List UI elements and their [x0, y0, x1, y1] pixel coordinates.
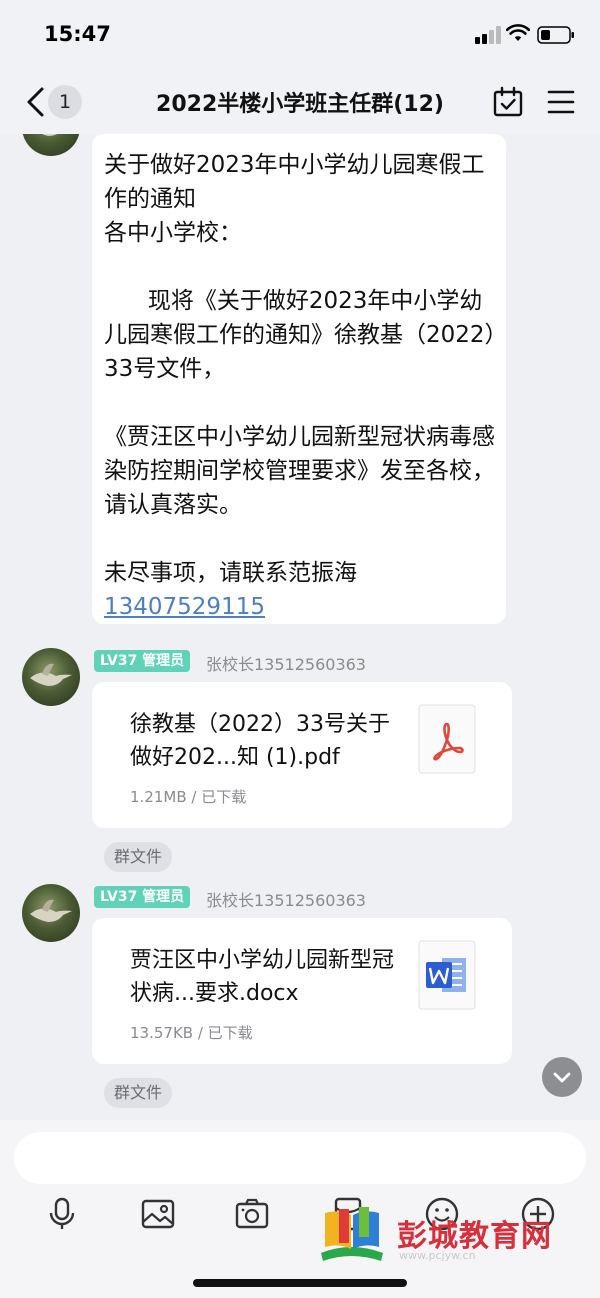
word-icon — [418, 940, 476, 1010]
chat-header: 1 2022半楼小学班主任群(12) — [0, 72, 600, 134]
unread-count-badge[interactable]: 1 — [48, 85, 82, 119]
message-bubble[interactable]: 关于做好2023年中小学幼儿园寒假工作的通知 各中小学校： 现将《关于做好202… — [92, 134, 506, 624]
admin-level-badge: LV37 管理员 — [94, 886, 191, 908]
admin-level-badge: LV37 管理员 — [94, 650, 191, 672]
sender-name[interactable]: 张校长13512560363 — [206, 651, 366, 675]
phone-link[interactable]: 13407529115 — [104, 594, 265, 620]
file-size-status: 13.57KB / 已下载 — [130, 1024, 253, 1042]
message-input[interactable] — [14, 1132, 586, 1184]
back-arrow-icon[interactable] — [24, 86, 46, 118]
pdf-icon — [418, 704, 476, 774]
message-list[interactable]: 关于做好2023年中小学幼儿园寒假工作的通知 各中小学校： 现将《关于做好202… — [0, 134, 600, 1120]
group-file-tag[interactable]: 群文件 — [104, 1078, 173, 1108]
scroll-to-bottom-button[interactable] — [542, 1057, 582, 1097]
status-bar: 15:47 — [0, 0, 600, 72]
menu-icon[interactable] — [546, 88, 576, 116]
sender-meta: LV37 管理员 张校长13512560363 — [94, 886, 514, 910]
chevron-down-icon — [553, 1072, 571, 1083]
file-card[interactable]: 徐教基（2022）33号关于做好202...知 (1).pdf 1.21MB /… — [92, 682, 512, 828]
camera-icon[interactable] — [234, 1196, 270, 1232]
avatar[interactable] — [22, 648, 80, 706]
watermark: 彭城教育网 www.pcjyw.cn — [315, 1205, 585, 1271]
file-name: 贾汪区中小学幼儿园新型冠状病...要求.docx — [130, 948, 395, 1006]
calendar-check-icon[interactable] — [492, 86, 524, 118]
watermark-url: www.pcjyw.cn — [399, 1249, 476, 1262]
hummingbird-icon — [30, 663, 72, 686]
hummingbird-icon — [42, 134, 57, 136]
battery-icon — [537, 26, 574, 44]
group-title: 2022半楼小学班主任群(12) — [156, 92, 444, 117]
status-time: 15:47 — [44, 22, 111, 46]
file-size-status: 1.21MB / 已下载 — [130, 788, 247, 806]
message-body: 关于做好2023年中小学幼儿园寒假工作的通知 各中小学校： 现将《关于做好202… — [104, 152, 497, 586]
hummingbird-icon — [30, 899, 72, 922]
microphone-icon[interactable] — [44, 1196, 80, 1232]
watermark-logo — [321, 1207, 383, 1261]
file-name: 徐教基（2022）33号关于做好202...知 (1).pdf — [130, 712, 390, 770]
avatar[interactable] — [22, 884, 80, 942]
message-text: 关于做好2023年中小学幼儿园寒假工作的通知 各中小学校： 现将《关于做好202… — [104, 148, 504, 624]
image-icon[interactable] — [140, 1196, 176, 1232]
cellular-signal-icon — [475, 26, 501, 44]
wifi-icon — [506, 24, 530, 41]
group-file-tag[interactable]: 群文件 — [104, 842, 173, 872]
sender-meta: LV37 管理员 张校长13512560363 — [94, 650, 514, 674]
file-card[interactable]: 贾汪区中小学幼儿园新型冠状病...要求.docx 13.57KB / 已下载 — [92, 918, 512, 1064]
home-indicator — [193, 1279, 407, 1287]
sender-name[interactable]: 张校长13512560363 — [206, 887, 366, 911]
avatar[interactable] — [22, 134, 80, 156]
